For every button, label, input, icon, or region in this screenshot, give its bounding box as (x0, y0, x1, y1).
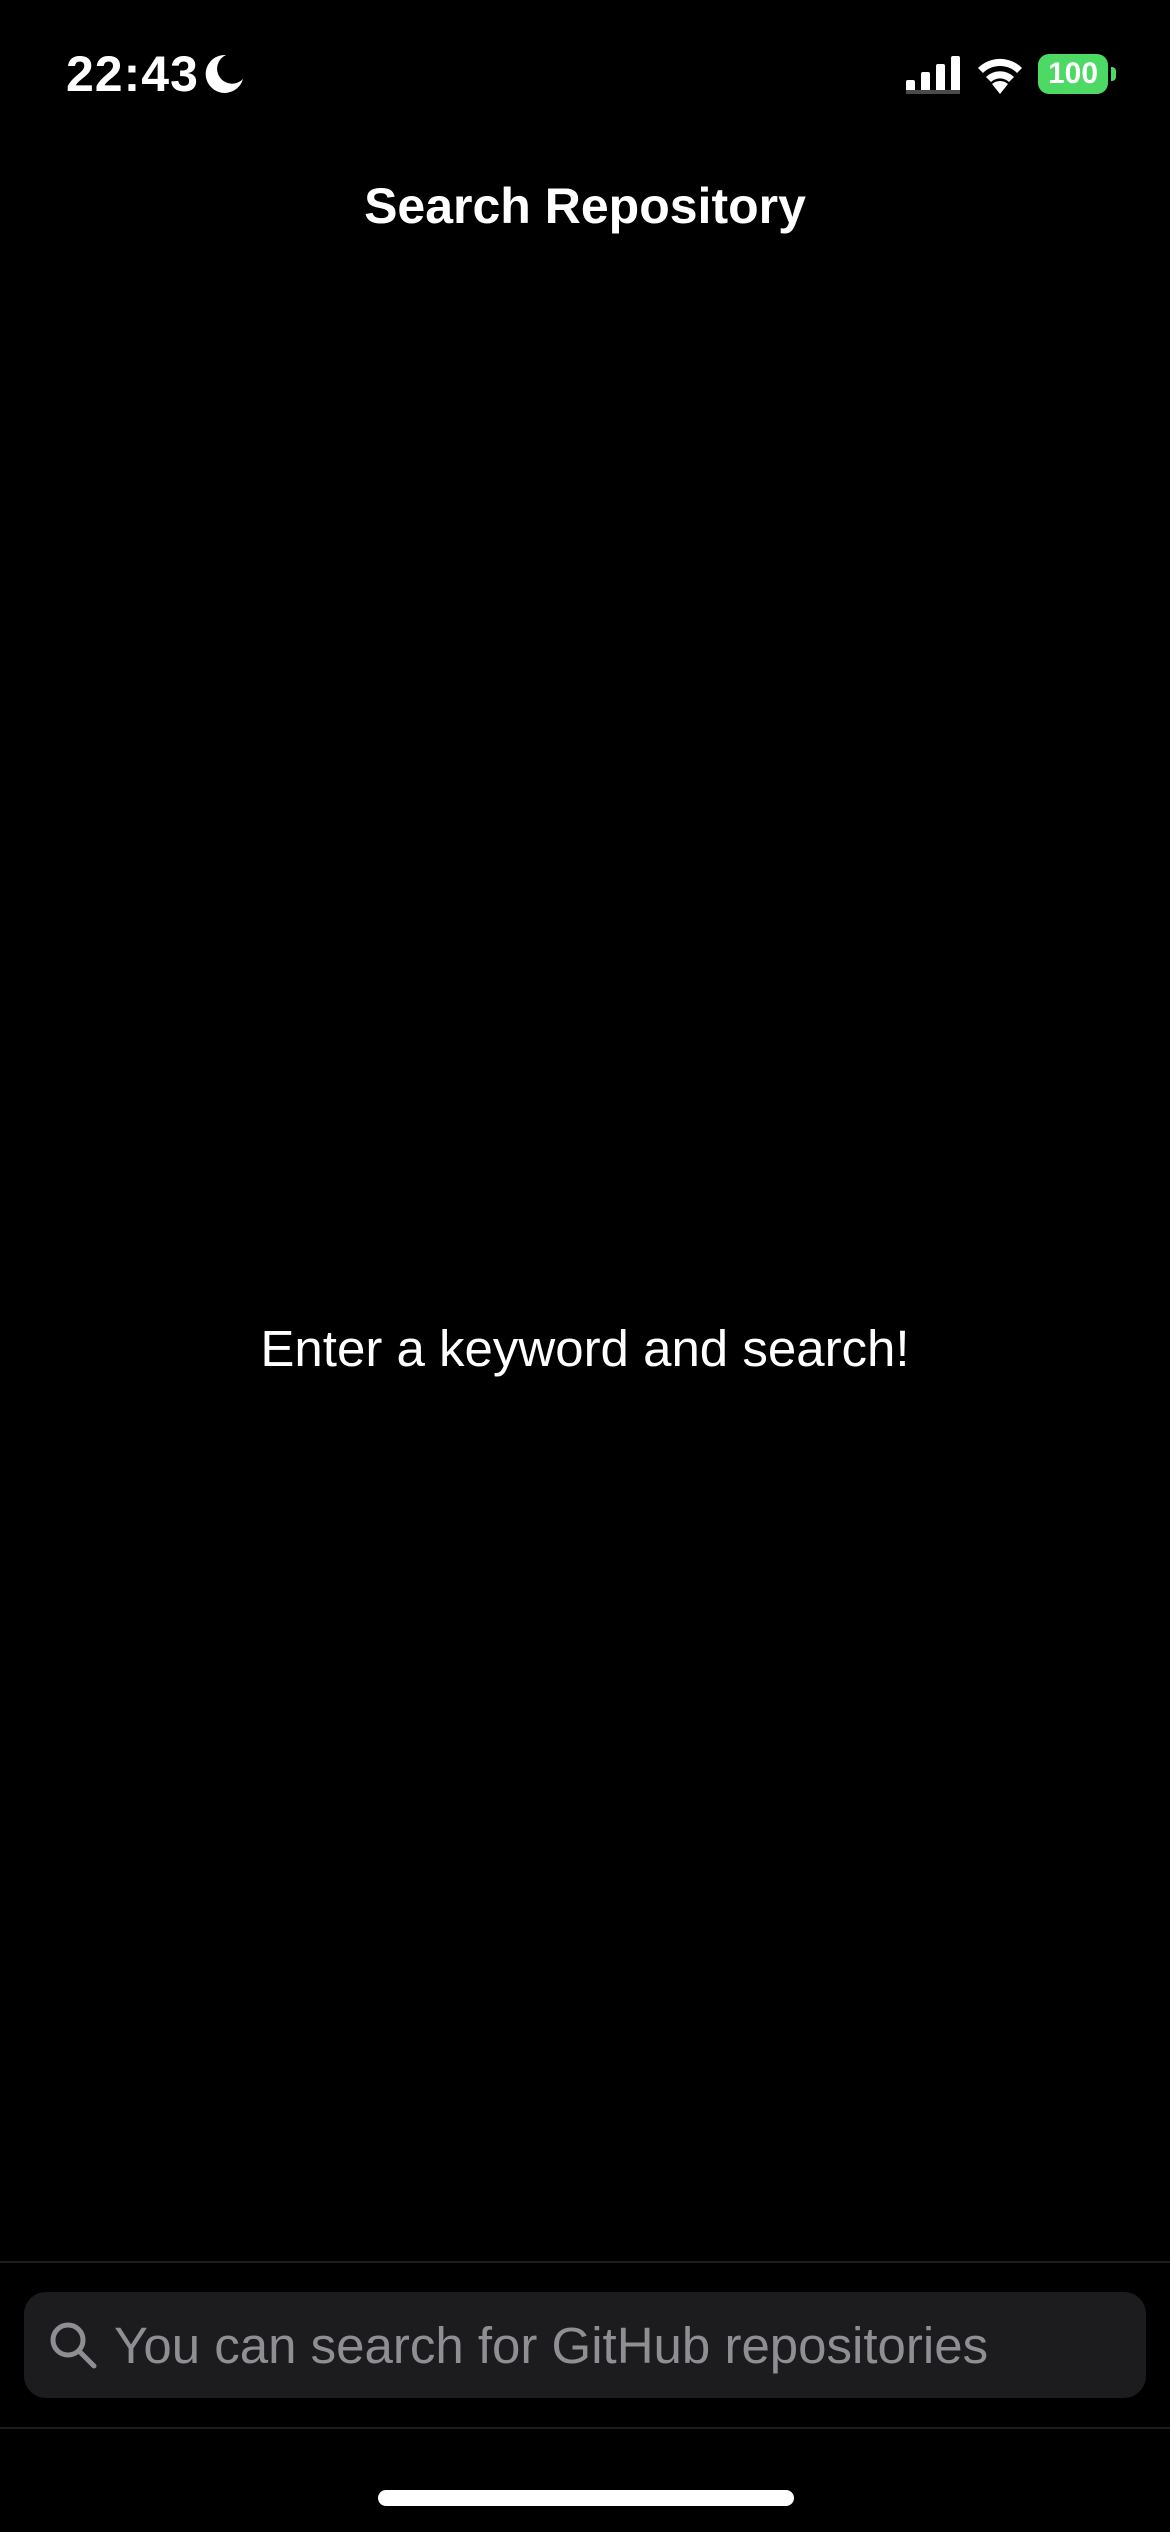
battery-tip (1111, 67, 1116, 81)
battery-level: 100 (1047, 57, 1099, 90)
search-input[interactable] (114, 2305, 1146, 2385)
search-icon (50, 2322, 97, 2369)
signal-icon (906, 56, 960, 94)
battery-icon: 100 (1038, 54, 1118, 94)
empty-state-message: Enter a keyword and search! (260, 1320, 910, 1377)
moon-icon (205, 54, 243, 93)
divider (0, 2261, 1170, 2263)
status-bar: 22:43 100 (0, 0, 1170, 150)
home-indicator[interactable] (378, 2490, 794, 2506)
status-time: 22:43 (66, 46, 199, 102)
wifi-icon (978, 58, 1022, 94)
divider (0, 2427, 1170, 2429)
page-title: Search Repository (364, 178, 806, 234)
search-bar[interactable] (24, 2292, 1146, 2398)
